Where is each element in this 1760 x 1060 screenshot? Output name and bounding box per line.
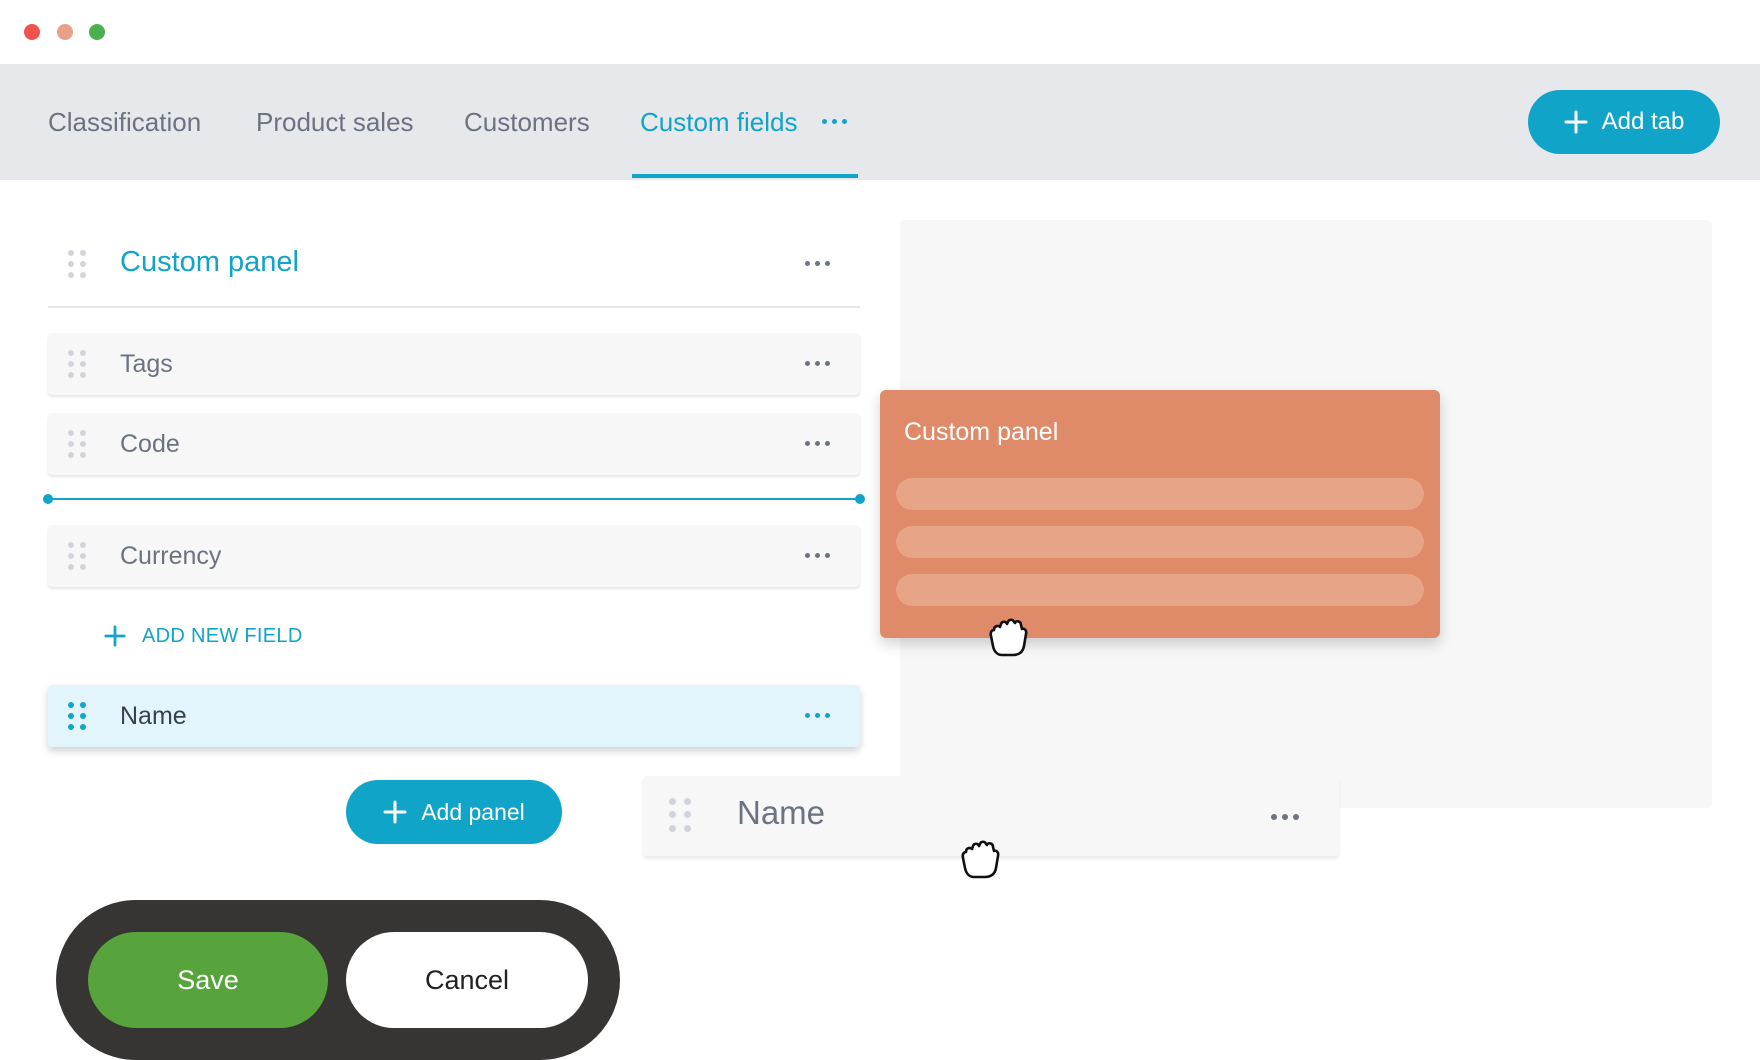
tab-bar: Classification Product sales Customers C…	[0, 64, 1760, 180]
drop-indicator-line	[48, 498, 860, 500]
add-new-field-button[interactable]: ADD NEW FIELD	[104, 622, 303, 650]
placeholder-row	[896, 526, 1424, 558]
add-panel-button[interactable]: Add panel	[346, 780, 562, 844]
dragged-panel-title: Custom panel	[904, 418, 1059, 446]
field-more-icon[interactable]	[805, 553, 830, 558]
field-row-code[interactable]: Code	[48, 413, 860, 475]
drag-handle-icon[interactable]	[669, 798, 691, 832]
dragged-field-label: Name	[737, 794, 826, 831]
active-tab-indicator	[632, 174, 858, 178]
plus-icon	[104, 625, 126, 647]
tab-product-sales[interactable]: Product sales	[256, 64, 414, 180]
panel-title[interactable]: Custom panel	[120, 246, 299, 279]
drop-indicator-end	[855, 494, 865, 504]
tab-custom-fields[interactable]: Custom fields	[640, 64, 798, 180]
action-bar: Save Cancel	[56, 900, 620, 1060]
field-more-icon[interactable]	[1271, 814, 1299, 820]
field-row-name[interactable]: Name	[48, 685, 860, 747]
drag-handle-icon[interactable]	[68, 350, 86, 378]
placeholder-row	[896, 478, 1424, 510]
close-window-button[interactable]	[24, 24, 40, 40]
add-tab-button[interactable]: Add tab	[1528, 90, 1720, 154]
add-new-field-label: ADD NEW FIELD	[142, 624, 303, 647]
field-label: Code	[120, 430, 180, 458]
tab-classification[interactable]: Classification	[48, 64, 201, 180]
add-panel-label: Add panel	[421, 798, 525, 825]
panel-header: Custom panel	[48, 220, 860, 308]
drag-handle-icon[interactable]	[68, 542, 86, 570]
field-more-icon[interactable]	[805, 441, 830, 446]
maximize-window-button[interactable]	[89, 24, 105, 40]
minimize-window-button[interactable]	[57, 24, 73, 40]
field-row-currency[interactable]: Currency	[48, 525, 860, 587]
tab-customers[interactable]: Customers	[464, 64, 590, 180]
field-label: Tags	[120, 350, 173, 378]
plus-icon	[1564, 110, 1588, 134]
save-button[interactable]: Save	[88, 932, 328, 1028]
field-more-icon[interactable]	[805, 361, 830, 366]
placeholder-row	[896, 574, 1424, 606]
field-row-tags[interactable]: Tags	[48, 333, 860, 395]
app-window: Classification Product sales Customers C…	[0, 0, 1760, 1060]
dragged-panel[interactable]: Custom panel	[880, 390, 1440, 638]
drag-handle-icon[interactable]	[68, 430, 86, 458]
drop-indicator-start	[43, 494, 53, 504]
title-bar	[0, 0, 1760, 64]
drag-handle-icon[interactable]	[68, 702, 86, 730]
more-horizontal-icon[interactable]	[822, 111, 854, 131]
field-more-icon[interactable]	[805, 713, 830, 718]
grab-cursor-icon	[989, 618, 1028, 657]
field-label: Currency	[120, 542, 222, 570]
plus-icon	[383, 800, 407, 824]
grab-cursor-icon	[961, 840, 1000, 879]
cancel-button[interactable]: Cancel	[346, 932, 588, 1028]
field-label: Name	[120, 702, 187, 730]
add-tab-label: Add tab	[1601, 108, 1685, 135]
panel-more-icon[interactable]	[805, 261, 830, 266]
drag-handle-icon[interactable]	[68, 250, 86, 278]
